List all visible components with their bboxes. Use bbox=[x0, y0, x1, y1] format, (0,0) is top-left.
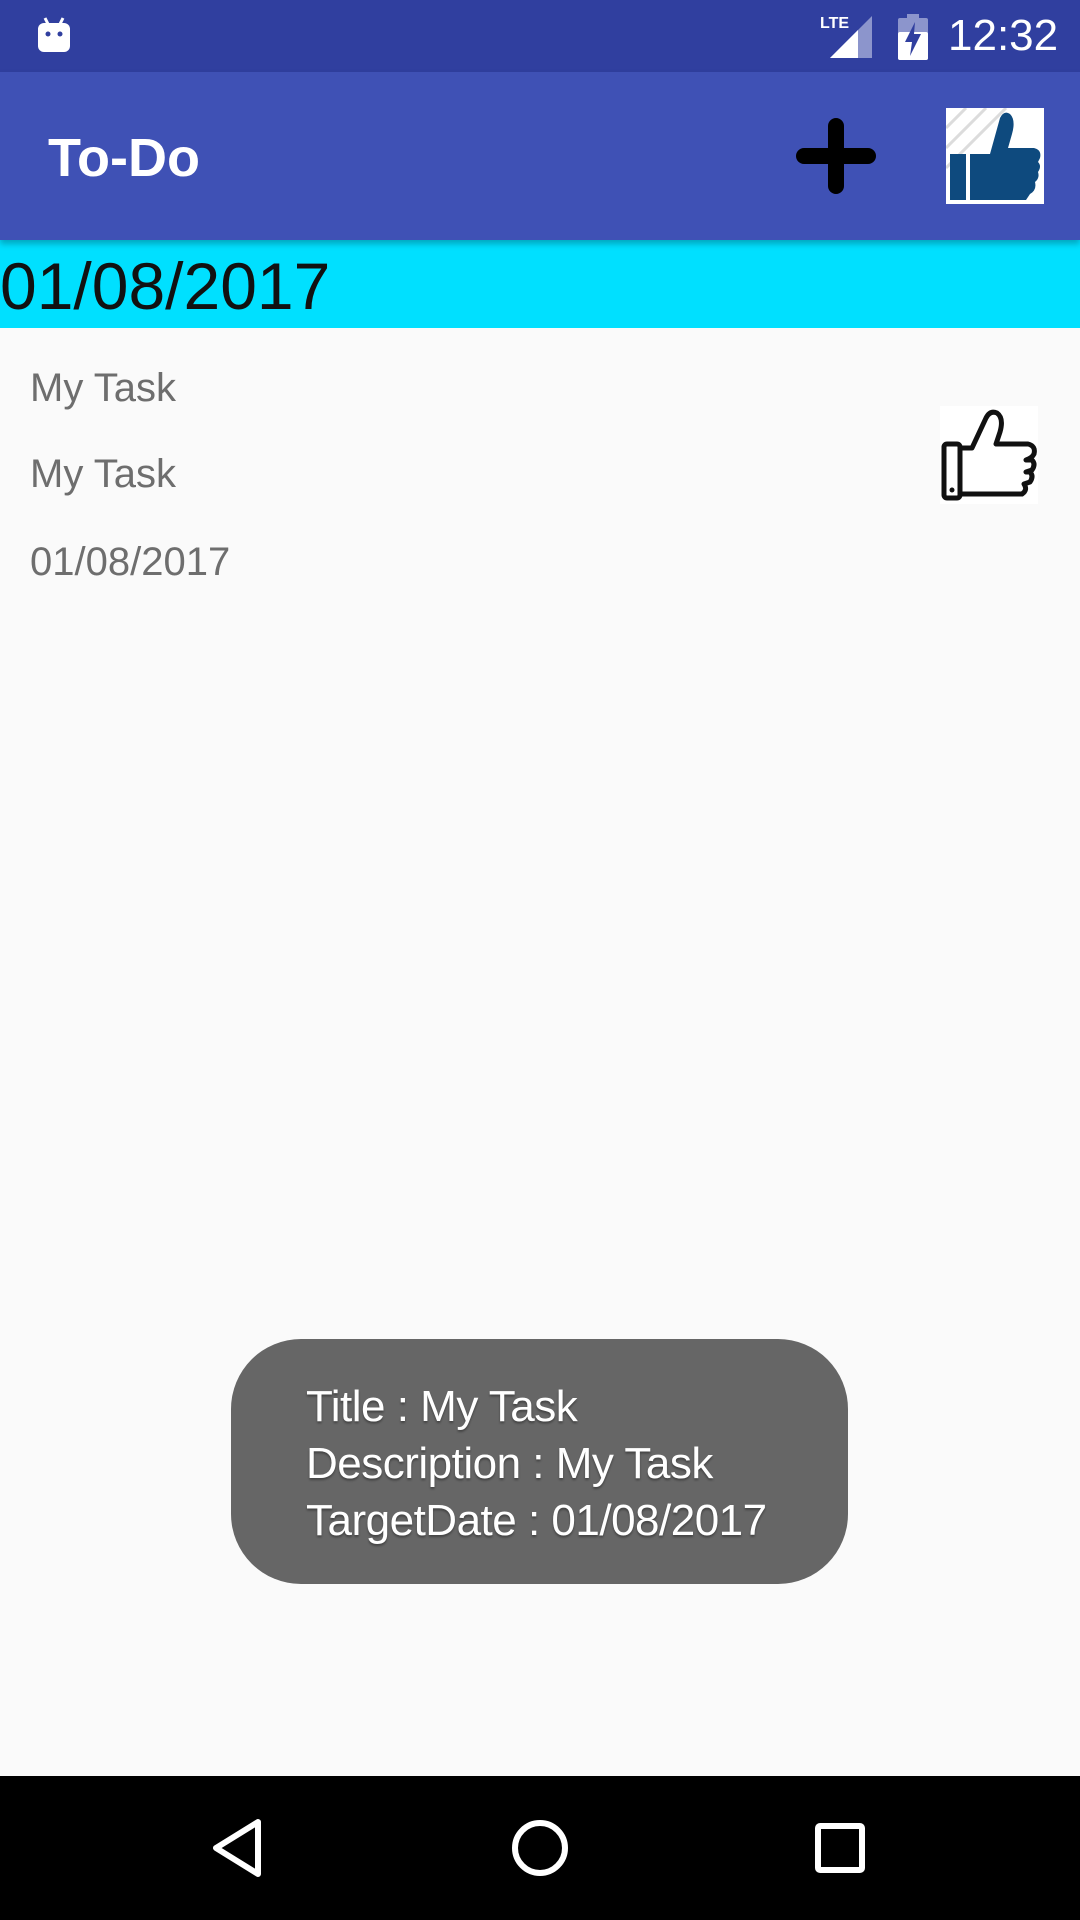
network-type-label: LTE bbox=[820, 15, 849, 32]
app-title: To-Do bbox=[48, 128, 200, 188]
task-list-item[interactable]: My Task My Task 01/08/2017 bbox=[0, 328, 1080, 608]
android-debug-icon bbox=[38, 17, 70, 52]
thumbs-up-icon bbox=[944, 106, 1044, 204]
back-button[interactable] bbox=[200, 1808, 280, 1888]
date-group-label: 01/08/2017 bbox=[0, 249, 331, 323]
like-button[interactable] bbox=[944, 106, 1044, 204]
task-title: My Task bbox=[30, 366, 176, 410]
home-icon bbox=[512, 1820, 568, 1876]
app-bar: To-Do bbox=[0, 72, 1080, 240]
task-description: My Task bbox=[30, 452, 176, 496]
back-icon bbox=[213, 1819, 261, 1877]
thumbs-up-outline-icon bbox=[941, 409, 1037, 501]
home-button[interactable] bbox=[500, 1808, 580, 1888]
recents-icon bbox=[815, 1823, 865, 1873]
add-task-button[interactable] bbox=[790, 110, 882, 202]
add-icon bbox=[796, 118, 876, 194]
task-target-date: 01/08/2017 bbox=[30, 540, 231, 584]
toast-description-line: Description : My Task bbox=[306, 1439, 713, 1488]
status-bar: LTE 12:32 bbox=[0, 0, 1080, 72]
toast-target-date-line: TargetDate : 01/08/2017 bbox=[306, 1496, 767, 1545]
toast-title-line: Title : My Task bbox=[306, 1382, 578, 1431]
toast-message: Title : My Task Description : My Task Ta… bbox=[231, 1339, 848, 1584]
recents-button[interactable] bbox=[800, 1808, 880, 1888]
date-group-header: 01/08/2017 bbox=[0, 240, 1080, 328]
status-clock: 12:32 bbox=[948, 11, 1059, 60]
navigation-bar bbox=[0, 1776, 1080, 1920]
lte-signal-icon: LTE bbox=[818, 14, 874, 58]
task-like-button[interactable] bbox=[940, 406, 1038, 504]
battery-charging-icon bbox=[898, 14, 928, 60]
